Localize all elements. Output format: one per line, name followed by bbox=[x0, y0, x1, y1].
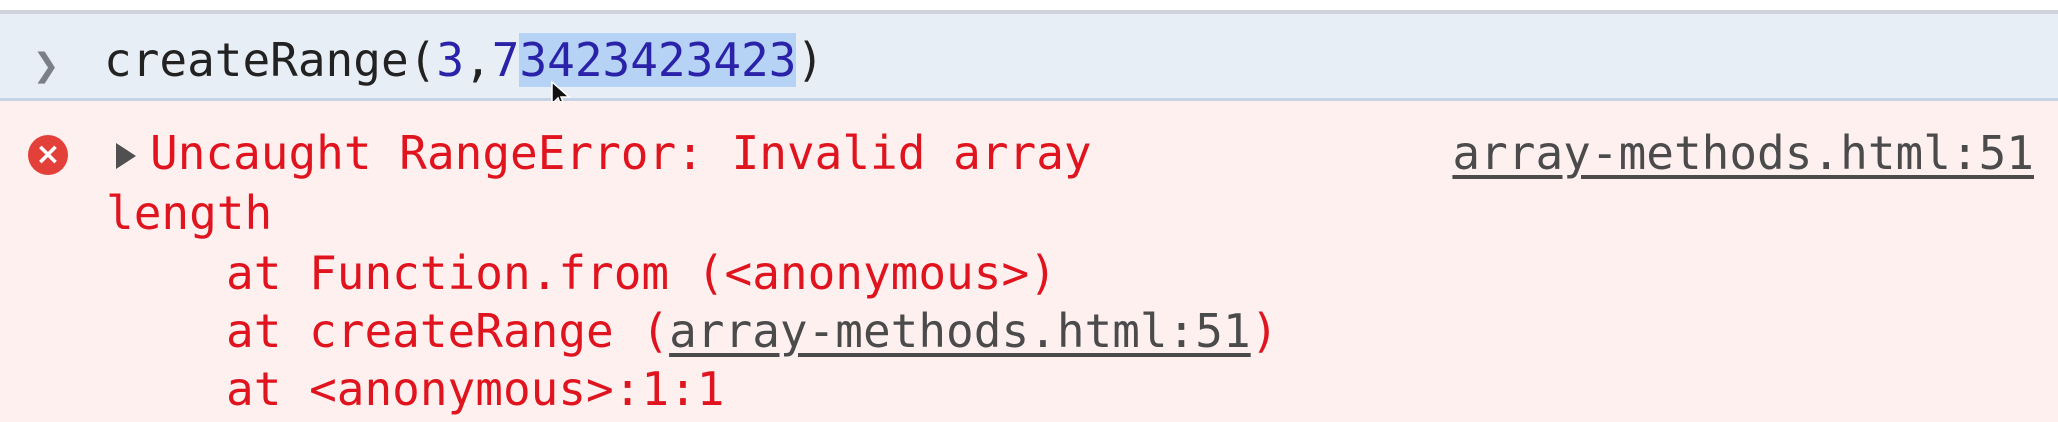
argument-2-selected: 3423423423 bbox=[519, 33, 797, 87]
close-paren: ) bbox=[796, 33, 825, 87]
error-source-link[interactable]: array-methods.html:51 bbox=[1452, 123, 2034, 183]
console-input-row[interactable]: ❯ createRange(3,73423423423) bbox=[0, 14, 2058, 109]
comma: , bbox=[464, 33, 492, 87]
console-error-message: × Uncaught RangeError: Invalid array len… bbox=[0, 101, 2058, 422]
command-text[interactable]: createRange(3,73423423423) bbox=[104, 33, 824, 87]
console-top-border bbox=[0, 0, 2058, 14]
error-message-line-2: length bbox=[106, 186, 273, 240]
chevron-right-icon: ❯ bbox=[33, 40, 60, 91]
argument-2-unselected: 7 bbox=[491, 33, 520, 87]
expand-triangle-icon[interactable] bbox=[116, 143, 136, 169]
function-name: createRange bbox=[104, 33, 409, 87]
stack-frame-link[interactable]: array-methods.html:51 bbox=[669, 304, 1251, 358]
stack-frame-prefix: at createRange ( bbox=[226, 304, 670, 358]
stack-frame: at Function.from (<anonymous>) bbox=[226, 246, 1057, 300]
stack-frame: at <anonymous>:1:1 bbox=[226, 362, 725, 416]
error-message-line-1: Uncaught RangeError: Invalid array bbox=[150, 126, 1092, 180]
stack-frame: at createRange (array-methods.html:51) bbox=[226, 301, 1278, 361]
error-icon: × bbox=[28, 135, 68, 175]
stack-frame-suffix: ) bbox=[1250, 304, 1279, 358]
argument-1: 3 bbox=[436, 33, 465, 87]
console-panel: ❯ createRange(3,73423423423) × Uncaught … bbox=[0, 0, 2058, 422]
open-paren: ( bbox=[408, 33, 437, 87]
